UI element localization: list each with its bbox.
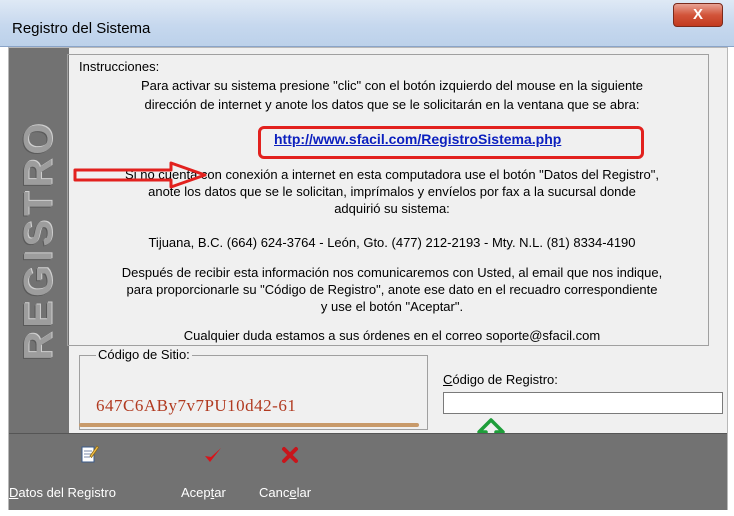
instructions-line-6: Después de recibir esta información nos … [121,265,663,280]
edit-document-icon [81,445,99,463]
instructions-line-1: Para activar su sistema presione "clic" … [140,78,644,93]
close-button[interactable]: X [673,3,723,27]
registration-link[interactable]: http://www.sfacil.com/RegistroSistema.ph… [274,131,561,147]
contact-line: Cualquier duda estamos a sus órdenes en … [183,328,601,343]
registration-window: Registro del Sistema X REGISTRO Instrucc… [0,0,734,516]
datos-registro-label: Datos del Registro [9,485,116,500]
aceptar-label-text: Acep [181,485,211,500]
instructions-legend: Instrucciones: [78,59,161,74]
instructions-line-8: y use el botón "Aceptar". [320,299,464,314]
window-title: Registro del Sistema [12,20,151,37]
dialog-body: REGISTRO Instrucciones: Para activar su … [8,47,728,510]
checkmark-icon [205,448,221,462]
sidebar-text: REGISTRO [16,119,61,361]
red-arrow-icon [73,161,207,189]
instructions-line-7: para proporcionarle su "Código de Regist… [126,282,658,297]
aceptar-label: Aceptar [181,485,226,500]
cancelar-label-head: Canc [259,485,290,500]
instructions-line-2: dirección de internet y anote los datos … [144,97,640,112]
aceptar-label-tail: ar [214,485,226,500]
instructions-panel: Instrucciones: Para activar su sistema p… [67,54,709,346]
cancelar-label: Cancelar [259,485,312,500]
title-bar[interactable]: Registro del Sistema X [0,0,734,47]
instructions-line-5: adquirió su sistema: [334,201,450,216]
cancelar-button[interactable]: Cancelar [259,434,339,510]
registration-code-label-text: ódigo de Registro: [452,372,558,387]
site-code-legend: Código de Sitio: [96,347,192,362]
cancelar-label-tail: lar [296,485,312,500]
bottom-toolbar: Datos del Registro Aceptar Cancelar [9,433,727,510]
site-code-underline [79,423,419,427]
datos-registro-label-text: atos del Registro [18,485,116,500]
branch-phones: Tijuana, B.C. (664) 624-3764 - León, Gto… [148,235,636,250]
registration-code-input[interactable] [443,392,723,414]
sidebar-banner: REGISTRO [9,48,69,433]
site-code-value: 647C6ABy7v7PU10d42-61 [96,396,297,415]
site-code-group: Código de Sitio: 647C6ABy7v7PU10d42-61 [79,347,428,430]
registration-code-label: Código de Registro: [443,372,558,387]
x-icon [282,447,298,463]
aceptar-button[interactable]: Aceptar [181,434,253,510]
datos-registro-button[interactable]: Datos del Registro [9,434,179,510]
